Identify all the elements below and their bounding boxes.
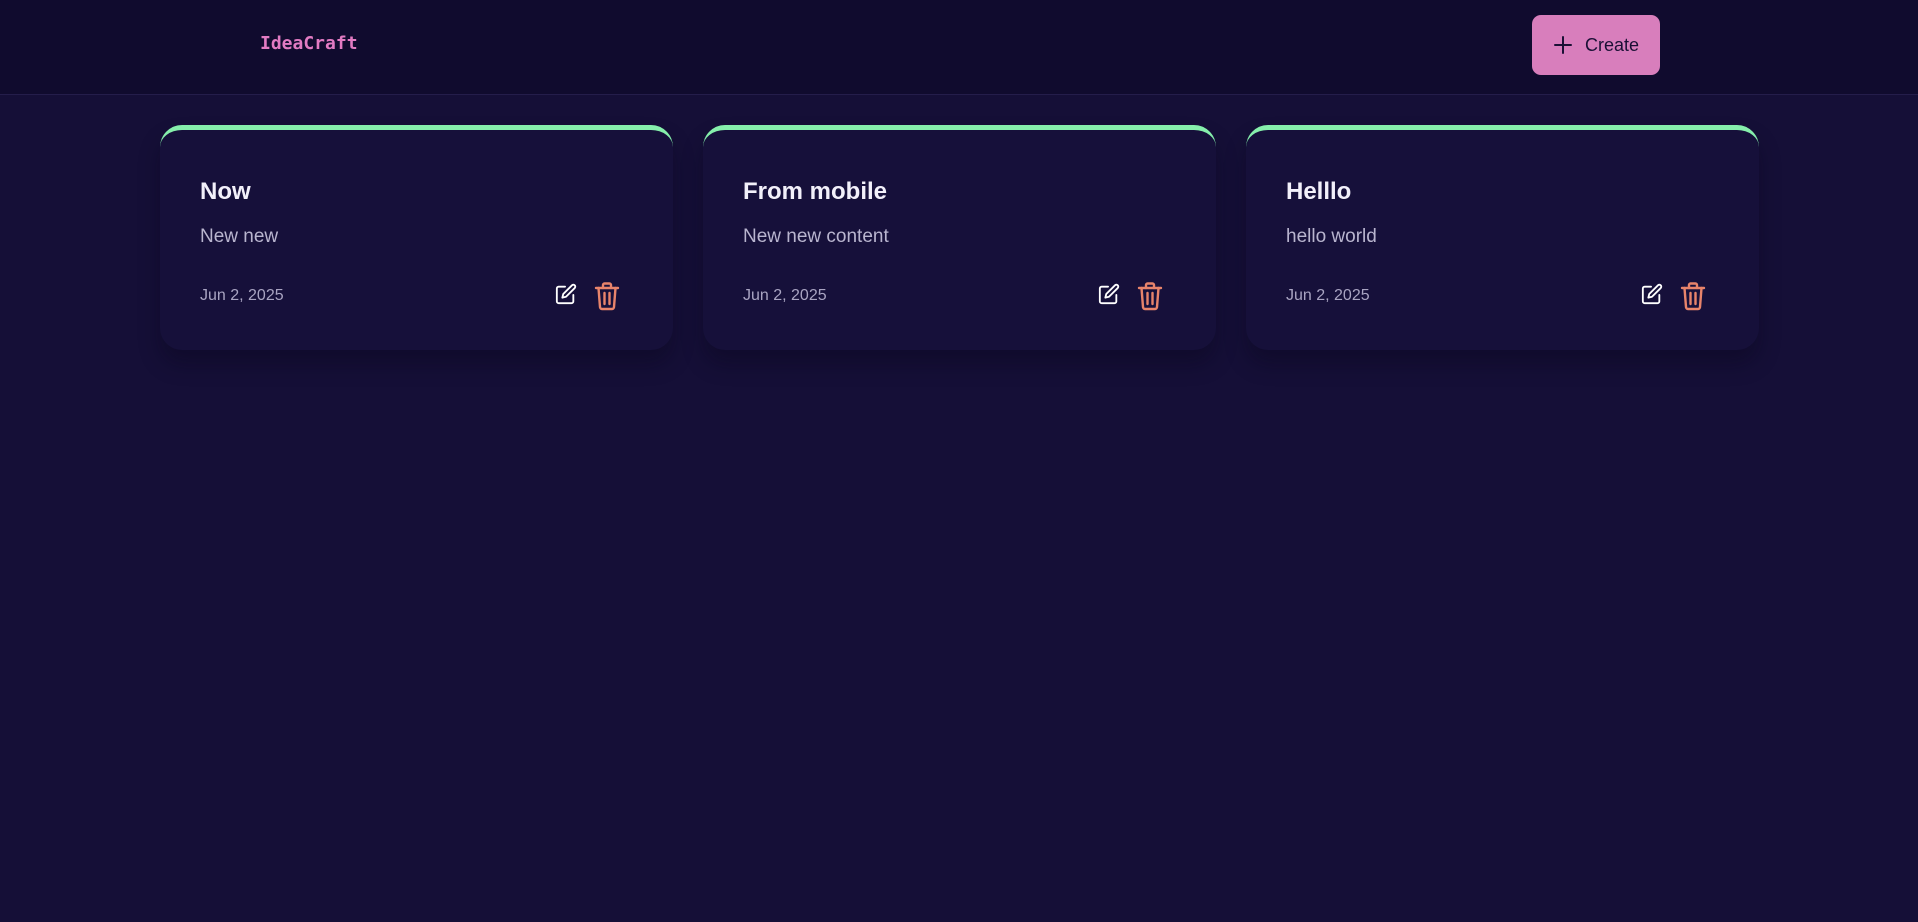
edit-icon[interactable] — [555, 283, 577, 305]
top-navbar: IdeaCraft Create — [0, 0, 1918, 95]
create-button-label: Create — [1584, 34, 1640, 55]
trash-icon[interactable] — [1136, 281, 1164, 311]
trash-icon[interactable] — [593, 281, 621, 311]
plus-icon — [1553, 35, 1573, 55]
edit-icon[interactable] — [1098, 283, 1120, 305]
notes-grid: Now New new Jun 2, 2025 From mobile New … — [160, 125, 1760, 355]
note-date: Jun 2, 2025 — [1286, 287, 1370, 304]
note-content: New new content — [743, 226, 889, 247]
note-title: Helllo — [1286, 178, 1352, 205]
note-date: Jun 2, 2025 — [200, 287, 284, 304]
note-card[interactable]: Now New new Jun 2, 2025 — [160, 125, 673, 350]
create-button[interactable]: Create — [1532, 15, 1660, 75]
note-date: Jun 2, 2025 — [743, 287, 827, 304]
note-content: New new — [200, 226, 279, 247]
note-title: From mobile — [743, 178, 888, 205]
note-card[interactable]: From mobile New new content Jun 2, 2025 — [703, 125, 1216, 350]
trash-icon[interactable] — [1679, 281, 1707, 311]
note-card[interactable]: Helllo hello world Jun 2, 2025 — [1246, 125, 1759, 350]
note-title: Now — [200, 178, 251, 205]
note-content: hello world — [1286, 226, 1377, 247]
brand-logo[interactable]: IdeaCraft — [260, 33, 358, 54]
edit-icon[interactable] — [1641, 283, 1663, 305]
